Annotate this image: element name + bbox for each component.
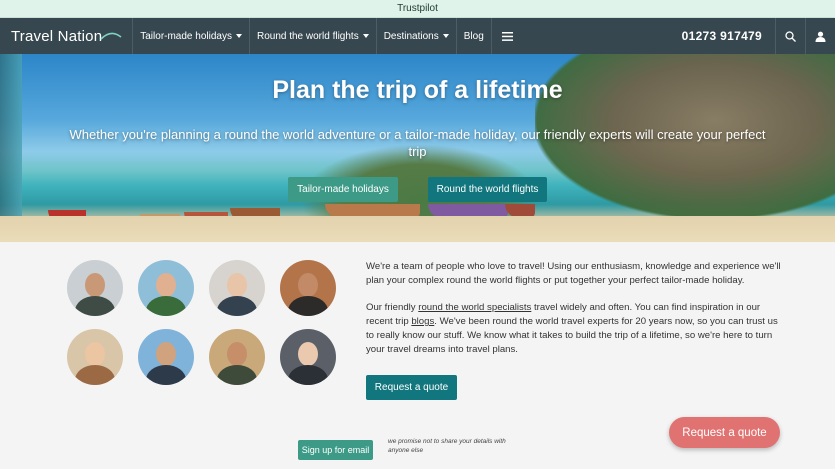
chevron-down-icon — [362, 34, 369, 38]
chevron-down-icon — [235, 34, 242, 38]
request-quote-button[interactable]: Request a quote — [366, 375, 457, 400]
nav-blog[interactable]: Blog — [455, 18, 491, 54]
swoosh-icon — [100, 32, 122, 40]
intro-section: We're a team of people who love to trave… — [0, 242, 835, 469]
avatar — [280, 329, 336, 385]
trustpilot-bar[interactable]: Trustpilot — [0, 0, 835, 18]
main-nav: Travel Nation Tailor-made holidays Round… — [0, 18, 835, 54]
avatar — [67, 260, 123, 316]
email-signup-button[interactable]: Sign up for email — [298, 440, 373, 460]
intro-paragraph-2: Our friendly round the world specialists… — [366, 301, 786, 357]
logo[interactable]: Travel Nation — [0, 18, 132, 54]
phone-number[interactable]: 01273 917479 — [669, 29, 775, 43]
chevron-down-icon — [442, 34, 449, 38]
tailor-made-button[interactable]: Tailor-made holidays — [288, 177, 398, 202]
privacy-note: we promise not to share your details wit… — [388, 438, 506, 454]
avatar — [209, 329, 265, 385]
nav-destinations[interactable]: Destinations — [375, 18, 456, 54]
search-icon[interactable] — [775, 18, 805, 54]
intro-paragraph-1: We're a team of people who love to trave… — [366, 261, 781, 286]
nav-blog-label: Blog — [463, 30, 484, 42]
intro-text: We're a team of people who love to trave… — [366, 260, 786, 357]
rtw-flights-button[interactable]: Round the world flights — [428, 177, 547, 202]
avatar — [67, 329, 123, 385]
avatar — [138, 329, 194, 385]
nav-destinations-label: Destinations — [383, 30, 439, 42]
avatar — [209, 260, 265, 316]
avatar — [138, 260, 194, 316]
nav-rtw-flights-label: Round the world flights — [256, 30, 359, 42]
blogs-link[interactable]: blogs — [411, 316, 434, 327]
hero-subtitle: Whether you're planning a round the worl… — [69, 127, 766, 159]
hero-beach — [0, 216, 835, 242]
nav-tailor-made-label: Tailor-made holidays — [140, 30, 232, 42]
nav-tailor-made[interactable]: Tailor-made holidays — [132, 18, 249, 54]
user-icon[interactable] — [805, 18, 835, 54]
trustpilot-label[interactable]: Trustpilot — [397, 3, 438, 14]
nav-rtw-flights[interactable]: Round the world flights — [248, 18, 376, 54]
logo-text: Travel Nation — [11, 27, 103, 45]
team-avatars — [67, 260, 336, 385]
rtw-specialists-link[interactable]: round the world specialists — [418, 302, 531, 313]
hamburger-icon[interactable] — [490, 18, 523, 54]
hero-title: Plan the trip of a lifetime — [272, 76, 563, 104]
intro-text-segment: Our friendly — [366, 302, 419, 313]
avatar — [280, 260, 336, 316]
hero-banner: Plan the trip of a lifetime Whether you'… — [0, 54, 835, 242]
floating-quote-button[interactable]: Request a quote — [669, 417, 780, 448]
